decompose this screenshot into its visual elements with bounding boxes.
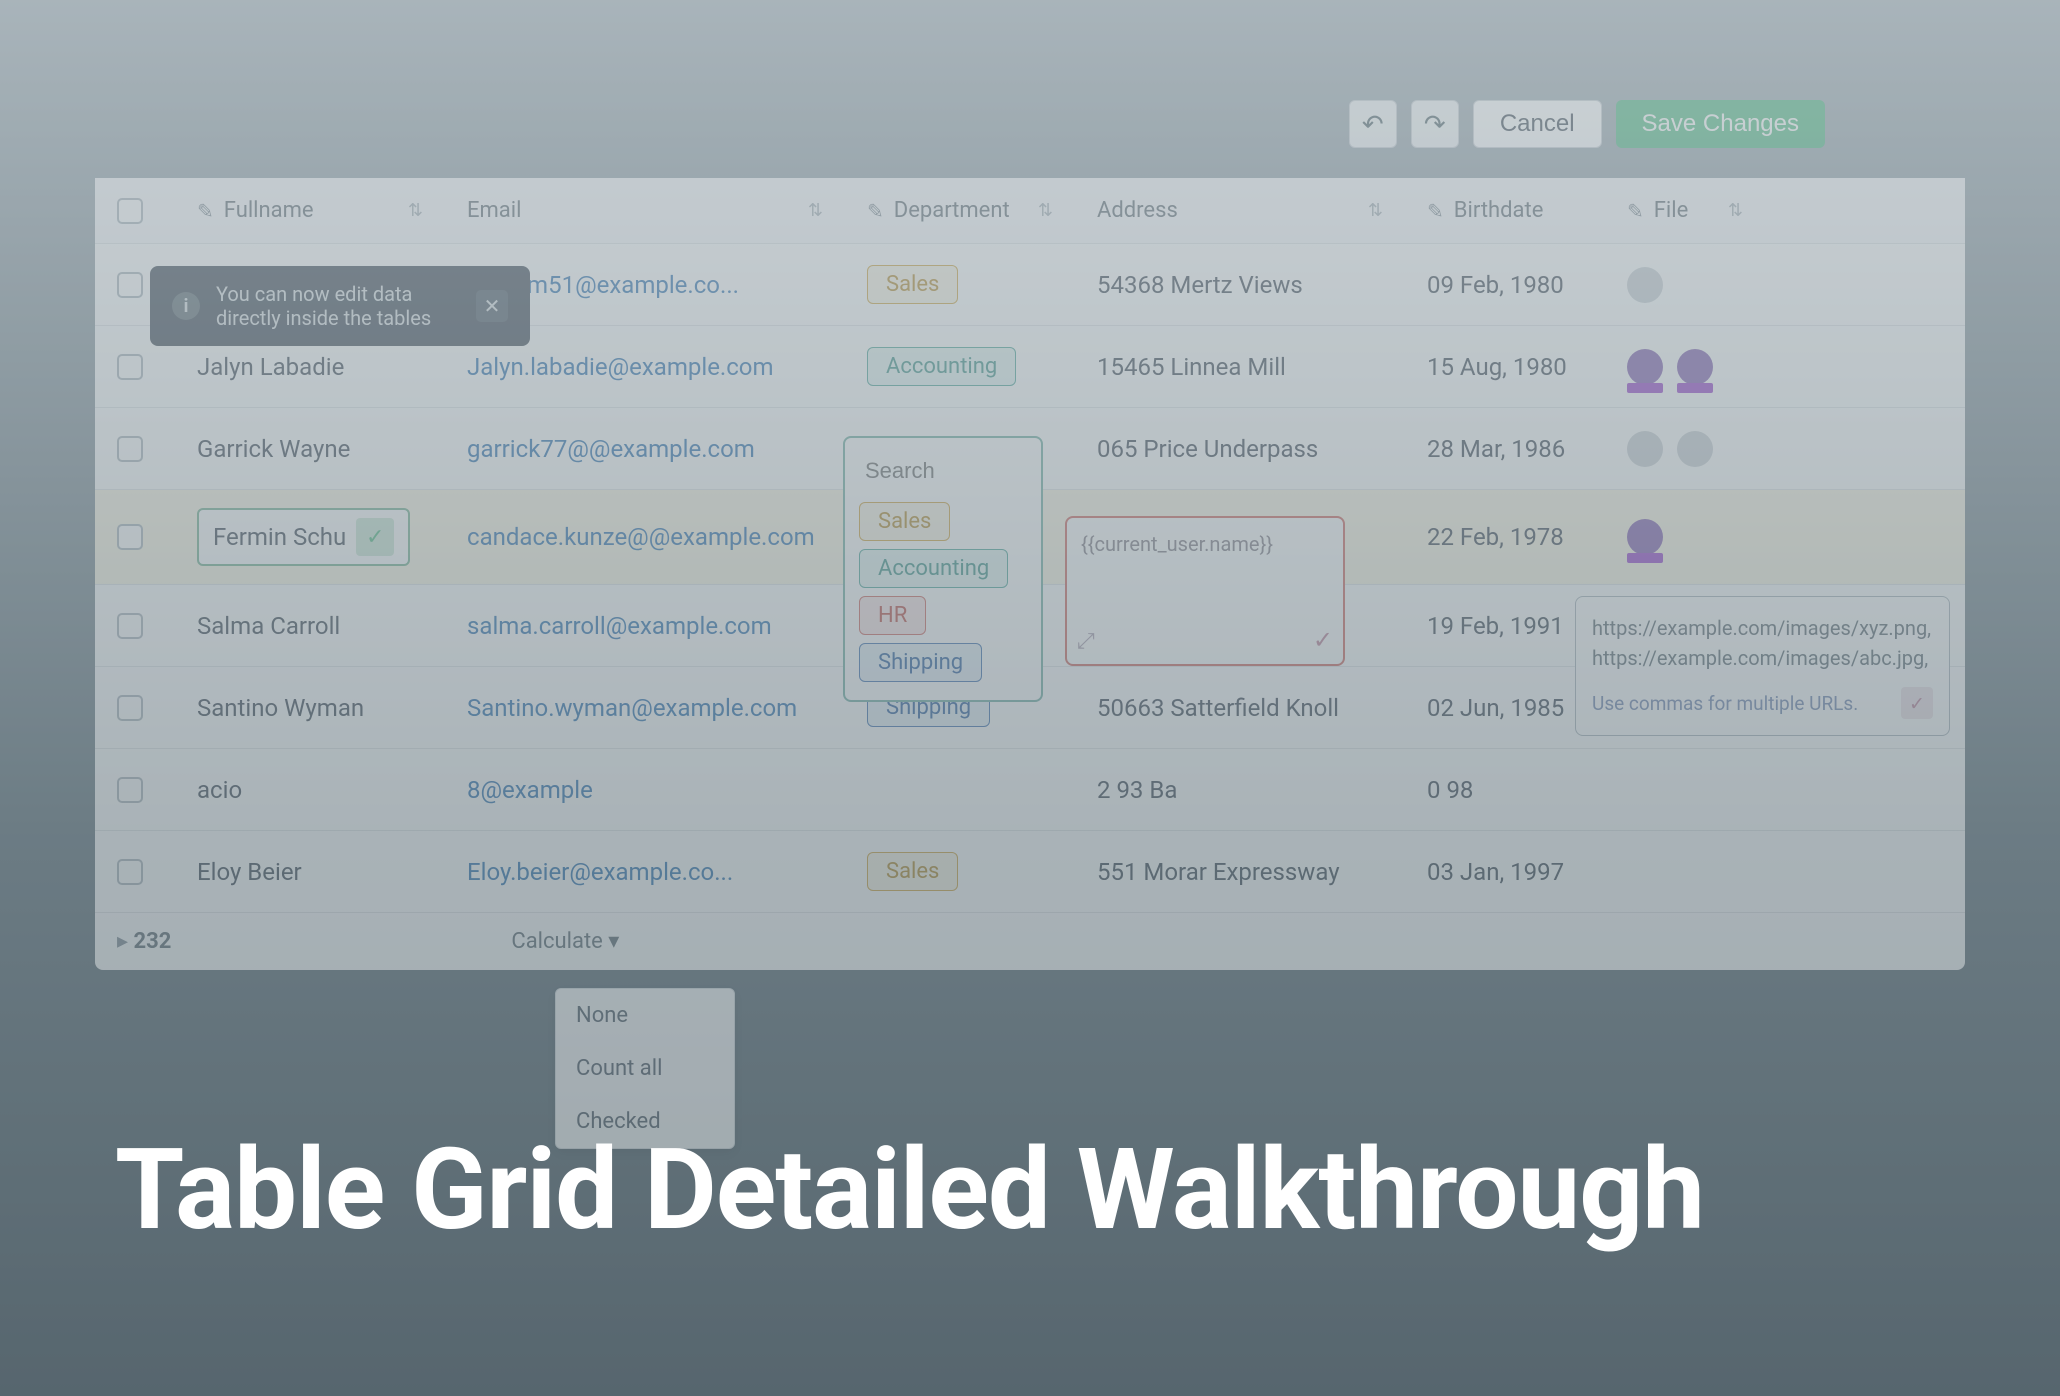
redo-button[interactable]: ↷ [1411, 100, 1459, 148]
select-all-checkbox[interactable] [117, 198, 143, 224]
avatar [1677, 431, 1713, 467]
sort-icon[interactable]: ⇅ [808, 200, 823, 221]
undo-button[interactable]: ↶ [1349, 100, 1397, 148]
row-checkbox[interactable] [117, 436, 143, 462]
sort-icon[interactable]: ⇅ [1368, 200, 1383, 221]
cell-birthdate[interactable]: 0 98 [1405, 758, 1605, 822]
calc-option[interactable]: None [556, 989, 734, 1042]
cell-address[interactable]: 15465 Linnea Mill [1075, 335, 1405, 399]
email-link[interactable]: salma.carroll@example.com [467, 612, 772, 640]
dept-option[interactable]: Shipping [859, 643, 982, 682]
pencil-icon: ✎ [1427, 199, 1444, 223]
name-editor[interactable]: Fermin Schu✓ [197, 508, 410, 566]
email-link[interactable]: Santino.wyman@example.com [467, 694, 797, 722]
cell-name[interactable]: Garrick Wayne [175, 417, 445, 481]
col-fullname[interactable]: Fullname [224, 198, 314, 223]
pencil-icon: ✎ [867, 199, 884, 223]
row-checkbox[interactable] [117, 859, 143, 885]
close-icon[interactable]: ✕ [476, 290, 508, 322]
cell-address[interactable]: 2 93 Ba [1075, 758, 1405, 822]
cell-birthdate[interactable]: 03 Jan, 1997 [1405, 840, 1605, 904]
data-table: i You can now edit data directly inside … [95, 178, 1965, 970]
sort-icon[interactable]: ⇅ [1728, 200, 1743, 221]
cell-name[interactable]: Santino Wyman [175, 676, 445, 740]
cell-address[interactable]: 50663 Satterfield Knoll [1075, 676, 1405, 740]
email-link[interactable]: Eloy.beier@example.co... [467, 858, 733, 886]
file-badge [1627, 519, 1663, 555]
email-link[interactable]: 8@example [467, 776, 593, 804]
file-hint: Use commas for multiple URLs. [1592, 692, 1858, 715]
confirm-icon[interactable]: ✓ [1313, 626, 1333, 654]
email-link[interactable]: Jalyn.labadie@example.com [467, 353, 774, 381]
dept-option[interactable]: Sales [859, 502, 950, 541]
email-link[interactable]: candace.kunze@@example.com [467, 523, 815, 551]
cell-address[interactable]: 54368 Mertz Views [1075, 253, 1405, 317]
address-value: {{current_user.name}} [1081, 532, 1329, 556]
toolbar: ↶ ↷ Cancel Save Changes [95, 100, 1965, 148]
confirm-icon[interactable]: ✓ [356, 518, 394, 556]
info-icon: i [172, 292, 200, 320]
sort-icon[interactable]: ⇅ [1038, 200, 1053, 221]
file-badge [1627, 349, 1663, 385]
calc-option[interactable]: Count all [556, 1042, 734, 1095]
avatar [1627, 431, 1663, 467]
cell-birthdate[interactable]: 09 Feb, 1980 [1405, 253, 1605, 317]
dept-pill[interactable]: Sales [867, 852, 958, 891]
row-checkbox[interactable] [117, 777, 143, 803]
dept-pill[interactable]: Sales [867, 265, 958, 304]
cell-name[interactable]: acio [175, 758, 445, 822]
row-count: ▸ 232 [117, 929, 171, 954]
cell-birthdate[interactable]: 28 Mar, 1986 [1405, 417, 1605, 481]
table-row: acio 8@example 2 93 Ba 0 98 [95, 749, 1965, 831]
dept-search-input[interactable] [855, 448, 1031, 494]
expand-icon[interactable]: ⤢ [1077, 629, 1095, 654]
row-checkbox[interactable] [117, 613, 143, 639]
dept-option[interactable]: Accounting [859, 549, 1008, 588]
confirm-icon[interactable]: ✓ [1901, 687, 1933, 719]
cancel-button[interactable]: Cancel [1473, 100, 1602, 148]
calculate-button[interactable]: Calculate ▾ [511, 929, 619, 954]
edit-tooltip: i You can now edit data directly inside … [150, 266, 530, 346]
table-row: Eloy Beier Eloy.beier@example.co... Sale… [95, 831, 1965, 913]
dept-pill[interactable]: Accounting [867, 347, 1016, 386]
row-checkbox[interactable] [117, 272, 143, 298]
table-footer: ▸ 232 Calculate ▾ [95, 913, 1965, 970]
dept-option[interactable]: HR [859, 596, 926, 635]
avatar [1627, 267, 1663, 303]
cell-birthdate[interactable]: 15 Aug, 1980 [1405, 335, 1605, 399]
col-birthdate[interactable]: Birthdate [1454, 198, 1544, 223]
col-department[interactable]: Department [894, 198, 1010, 223]
row-checkbox[interactable] [117, 695, 143, 721]
file-url-editor[interactable]: https://example.com/images/xyz.png, http… [1575, 596, 1950, 736]
col-file[interactable]: File [1654, 198, 1689, 223]
cell-birthdate[interactable]: 22 Feb, 1978 [1405, 505, 1605, 569]
email-link[interactable]: garrick77@@example.com [467, 435, 755, 463]
tooltip-text: You can now edit data directly inside th… [216, 282, 460, 330]
cell-address[interactable]: 065 Price Underpass [1075, 417, 1405, 481]
table-header: ✎Fullname⇅ Email⇅ ✎Department⇅ Address⇅ … [95, 178, 1965, 244]
col-email[interactable]: Email [467, 198, 521, 223]
col-address[interactable]: Address [1097, 198, 1178, 223]
cell-name[interactable]: Eloy Beier [175, 840, 445, 904]
save-button[interactable]: Save Changes [1616, 100, 1825, 148]
hero-title: Table Grid Detailed Walkthrough [115, 1127, 1704, 1256]
cell-name[interactable]: Salma Carroll [175, 594, 445, 658]
row-checkbox[interactable] [117, 524, 143, 550]
sort-icon[interactable]: ⇅ [408, 200, 423, 221]
address-editor[interactable]: {{current_user.name}} ⤢ ✓ [1065, 516, 1345, 666]
file-urls: https://example.com/images/xyz.png, http… [1592, 613, 1933, 673]
pencil-icon: ✎ [197, 199, 214, 223]
pencil-icon: ✎ [1627, 199, 1644, 223]
file-badge [1677, 349, 1713, 385]
department-dropdown: Sales Accounting HR Shipping [843, 436, 1043, 702]
row-checkbox[interactable] [117, 354, 143, 380]
cell-address[interactable]: 551 Morar Expressway [1075, 840, 1405, 904]
